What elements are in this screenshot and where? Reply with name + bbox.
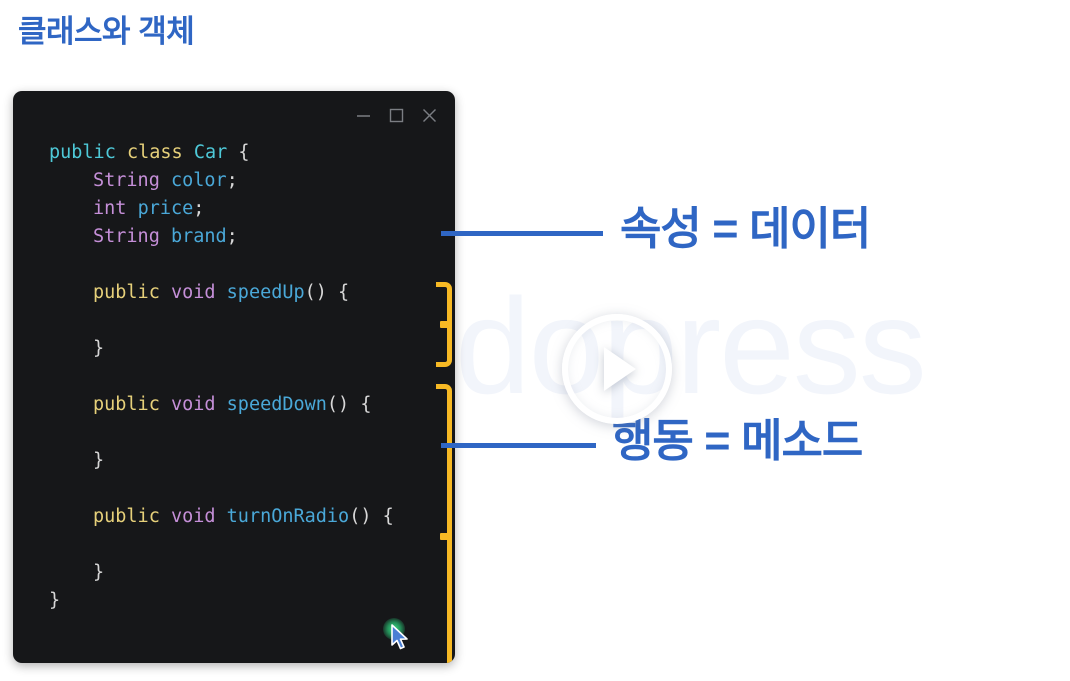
maximize-icon[interactable] <box>388 107 405 124</box>
code-editor-content: public class Car {String color; int price… <box>13 139 455 615</box>
code-line: } <box>13 335 455 363</box>
attributes-callout-label: 속성 = 데이터 <box>620 203 871 254</box>
page-title: 클래스와 객체 <box>18 14 195 49</box>
pointer-arrow-icon <box>390 624 412 657</box>
watermark-text: dopress <box>455 270 927 422</box>
click-indicator <box>383 618 405 640</box>
methods-bracket <box>436 384 452 663</box>
code-line: public class Car { <box>13 139 455 167</box>
code-token: void <box>170 282 216 303</box>
attributes-bracket <box>436 282 452 367</box>
code-line: } <box>13 559 455 587</box>
methods-leader-line <box>441 443 596 448</box>
code-window: public class Car {String color; int price… <box>13 91 455 663</box>
play-triangle-icon <box>604 347 636 391</box>
methods-callout-label: 행동 = 메소드 <box>612 415 863 466</box>
code-line: public void speedUp() { <box>13 279 455 307</box>
code-token: ; <box>226 170 238 191</box>
code-token: } <box>93 338 105 359</box>
window-controls <box>355 101 438 129</box>
code-token: } <box>49 590 61 611</box>
code-token: } <box>93 450 105 471</box>
code-token: ; <box>193 198 205 219</box>
attributes-bracket-nub <box>440 321 452 328</box>
code-token: class <box>126 142 183 163</box>
code-token: { <box>227 142 250 163</box>
code-line: String color; <box>13 167 455 195</box>
code-token: Car <box>193 142 228 163</box>
code-line: } <box>13 587 455 615</box>
code-token: () { <box>304 282 350 303</box>
methods-bracket-nub <box>440 533 452 540</box>
code-token: int <box>93 198 127 219</box>
code-token: public <box>93 282 160 303</box>
code-token: () { <box>349 506 394 527</box>
minimize-icon[interactable] <box>355 107 372 124</box>
code-token: speedUp <box>226 282 305 303</box>
play-button-ring <box>562 314 672 424</box>
code-token: public <box>93 394 160 415</box>
code-line: String brand; <box>13 223 455 251</box>
code-line: public void speedDown() { <box>13 391 455 419</box>
mouse-cursor <box>375 613 419 657</box>
code-line: int price; <box>13 195 455 223</box>
code-token: brand <box>170 226 227 247</box>
code-token: price <box>137 198 194 219</box>
code-token: speedDown <box>226 394 327 415</box>
close-icon[interactable] <box>421 107 438 124</box>
slide-canvas: dopress 클래스와 객체 public class Car {Strin… <box>0 0 1070 681</box>
code-token: } <box>93 562 105 583</box>
code-token: String <box>93 226 160 247</box>
play-button[interactable] <box>562 314 672 424</box>
attributes-leader-line <box>441 231 603 236</box>
code-token: String <box>93 170 160 191</box>
code-line: } <box>13 447 455 475</box>
code-token: void <box>170 506 216 527</box>
code-token: ; <box>226 226 238 247</box>
code-token: public <box>49 142 116 163</box>
code-token: turnOnRadio <box>226 506 350 527</box>
code-token: public <box>93 506 160 527</box>
code-token: void <box>170 394 216 415</box>
code-token: color <box>170 170 227 191</box>
code-line: public void turnOnRadio() { <box>13 503 455 531</box>
code-token: () { <box>326 394 372 415</box>
